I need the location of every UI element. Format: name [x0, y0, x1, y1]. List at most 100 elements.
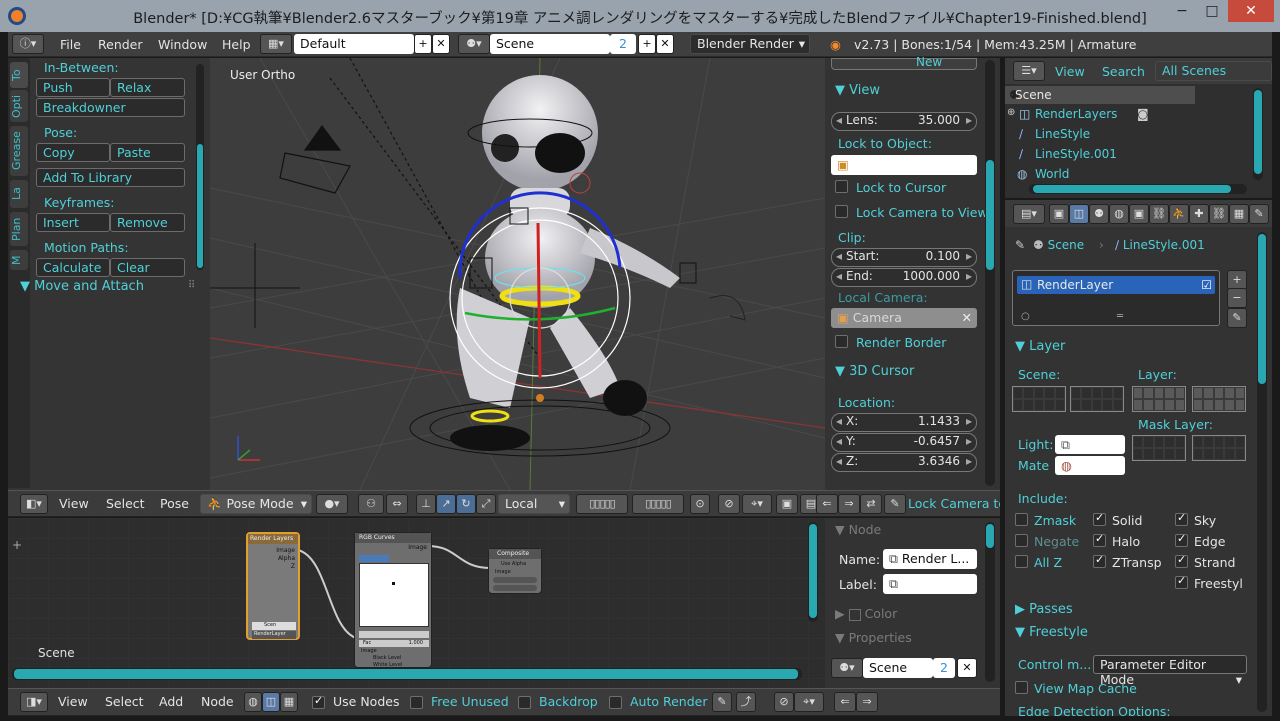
- manipulator-icon[interactable]: ⊥: [416, 494, 436, 514]
- new-button[interactable]: New: [831, 55, 977, 70]
- node-editor[interactable]: + Render Layers Image Alpha Z Scen Rende…: [8, 518, 825, 688]
- view-panel-header[interactable]: ▼ View: [835, 83, 880, 98]
- clear-paths-button[interactable]: Clear: [110, 258, 185, 277]
- control-mode-select[interactable]: Parameter Editor Mode ▾: [1093, 655, 1247, 687]
- layer-layer-grid-a[interactable]: [1132, 386, 1186, 412]
- minimize-button[interactable]: −: [1168, 0, 1196, 22]
- menu-view[interactable]: View: [59, 496, 89, 511]
- scene-icon[interactable]: ⚉▾: [458, 34, 490, 54]
- material-tab-icon[interactable]: ✎: [1249, 204, 1269, 224]
- editor-type-3d-icon[interactable]: ◧▾: [20, 494, 48, 514]
- manipulator-toggle-icon[interactable]: ⇔: [386, 494, 408, 514]
- tab-layers[interactable]: La: [10, 180, 28, 208]
- node-name-field[interactable]: ⧉ Render L...: [883, 549, 977, 569]
- node-scene-field[interactable]: Scene: [863, 658, 933, 678]
- editor-type-properties-icon[interactable]: ▤▾: [1013, 204, 1045, 224]
- include-ztransp-checkbox[interactable]: ✓: [1093, 553, 1106, 568]
- constraints-tab-icon[interactable]: ⛓: [1149, 204, 1169, 224]
- close-button[interactable]: ✕: [1228, 0, 1274, 22]
- lock-to-cursor-checkbox[interactable]: [835, 180, 848, 193]
- lock-layers-icon[interactable]: ⊙: [690, 494, 710, 514]
- node-menu-select[interactable]: Select: [105, 694, 144, 709]
- view-map-cache-checkbox[interactable]: [1015, 681, 1028, 694]
- breadcrumb-scene[interactable]: ⚉ Scene: [1033, 238, 1084, 252]
- node-fac-field[interactable]: Fac 1.000: [359, 640, 429, 647]
- curve-channel-buttons[interactable]: [359, 555, 389, 562]
- tab-grease-pencil[interactable]: Grease: [10, 126, 28, 176]
- scene-datablock-icon[interactable]: ⚉▾: [831, 658, 863, 678]
- include-halo-checkbox[interactable]: ✓: [1093, 532, 1106, 547]
- add-to-library-button[interactable]: Add To Library: [36, 168, 185, 187]
- maximize-button[interactable]: □: [1198, 0, 1226, 22]
- tab-planes[interactable]: Plan: [10, 212, 28, 246]
- snap-icon[interactable]: ⌖▾: [742, 494, 772, 514]
- mask-layer-grid-b[interactable]: [1192, 435, 1246, 461]
- relax-button[interactable]: Relax: [110, 78, 185, 97]
- toolshelf-scrollbar[interactable]: [196, 64, 204, 270]
- vertical-divider[interactable]: [1000, 58, 1005, 721]
- paste-flipped-icon[interactable]: ⇄: [860, 494, 882, 514]
- tab-tools[interactable]: To: [10, 62, 28, 88]
- lock-camera-to-view-checkbox[interactable]: [835, 205, 848, 218]
- resize-grip-icon[interactable]: ═: [1117, 311, 1123, 322]
- clear-scene-icon[interactable]: ✕: [957, 658, 977, 678]
- viewport-shading-icon[interactable]: ●▾: [316, 494, 348, 514]
- layer-panel-header[interactable]: ▼ Layer: [1015, 339, 1065, 354]
- tab-options[interactable]: Opti: [10, 90, 28, 122]
- editor-type-outliner-icon[interactable]: ☰▾: [1013, 61, 1045, 81]
- include-solid-checkbox[interactable]: ✓: [1093, 511, 1106, 526]
- clear-icon[interactable]: ✕: [962, 310, 972, 325]
- node-vscrollbar[interactable]: [808, 522, 818, 622]
- properties-scrollbar[interactable]: [1257, 232, 1267, 712]
- bone-constraints-tab-icon[interactable]: ✚: [1189, 204, 1209, 224]
- paste-nodes-icon[interactable]: ⇒: [856, 692, 878, 712]
- modifiers-tab-icon[interactable]: ⛓: [1209, 204, 1229, 224]
- layout-field[interactable]: Default: [294, 34, 414, 54]
- outliner-row-world[interactable]: ◍ World: [1005, 165, 1195, 184]
- copy-nodes-icon[interactable]: ⇐: [834, 692, 856, 712]
- lock-object-field[interactable]: ▣: [831, 155, 977, 175]
- outliner-vscrollbar[interactable]: [1253, 88, 1263, 180]
- npanel-scrollbar[interactable]: [985, 60, 995, 486]
- paste-pose-icon[interactable]: ⇒: [838, 494, 860, 514]
- render-layer-enabled-checkbox[interactable]: ☑: [1201, 278, 1212, 292]
- push-button[interactable]: Push: [36, 78, 110, 97]
- scene-layer-grid-a[interactable]: [1012, 386, 1066, 412]
- paste-pose-button[interactable]: Paste: [110, 143, 185, 162]
- node-input-field[interactable]: [493, 585, 537, 591]
- mode-select[interactable]: ⛹ Pose Mode ▾: [200, 494, 312, 514]
- tab-m[interactable]: M: [10, 250, 28, 270]
- include-negate-checkbox[interactable]: [1015, 534, 1028, 547]
- snap-icon[interactable]: ⊘: [774, 692, 794, 712]
- include-edge-checkbox[interactable]: ✓: [1175, 532, 1188, 547]
- copy-pose-button[interactable]: Copy: [36, 143, 110, 162]
- menu-help[interactable]: Help: [222, 37, 251, 52]
- node-use-alpha[interactable]: Use Alpha: [501, 561, 526, 567]
- go-parent-icon[interactable]: ⤴: [736, 692, 756, 712]
- layer-layer-grid-b[interactable]: [1192, 386, 1246, 412]
- node-menu-view[interactable]: View: [58, 694, 88, 709]
- scene-layer-grid-b[interactable]: [1070, 386, 1124, 412]
- material-override-field[interactable]: ◍: [1055, 456, 1125, 475]
- outliner-hscrollbar[interactable]: [1029, 184, 1247, 194]
- include-zmask-checkbox[interactable]: [1015, 513, 1028, 526]
- scale-icon[interactable]: ⤢: [476, 494, 496, 514]
- backdrop-checkbox[interactable]: [518, 696, 531, 709]
- remove-layout-icon[interactable]: ✕: [432, 34, 450, 54]
- add-scene-icon[interactable]: +: [638, 34, 656, 54]
- render-border-checkbox[interactable]: [835, 335, 848, 348]
- color-checkbox[interactable]: [848, 608, 861, 621]
- calculate-paths-button[interactable]: Calculate: [36, 258, 110, 277]
- drag-handle-icon[interactable]: ⠿: [188, 280, 195, 291]
- pin-icon[interactable]: ✎: [884, 494, 906, 514]
- include-strand-checkbox[interactable]: ✓: [1175, 553, 1188, 568]
- local-camera-field[interactable]: ▣ Camera ✕: [831, 308, 977, 328]
- cursor-x-field[interactable]: ◂ X: 1.1433 ▸: [831, 413, 977, 432]
- menu-window[interactable]: Window: [158, 37, 207, 52]
- 3d-cursor-panel-header[interactable]: ▼ 3D Cursor: [835, 364, 914, 379]
- compositing-nodes-icon[interactable]: ◫: [262, 692, 280, 712]
- passes-panel-header[interactable]: ▶ Passes: [1015, 602, 1073, 617]
- menu-select[interactable]: Select: [106, 496, 145, 511]
- insert-keyframe-button[interactable]: Insert: [36, 213, 110, 232]
- node-menu-add[interactable]: Add: [159, 694, 183, 709]
